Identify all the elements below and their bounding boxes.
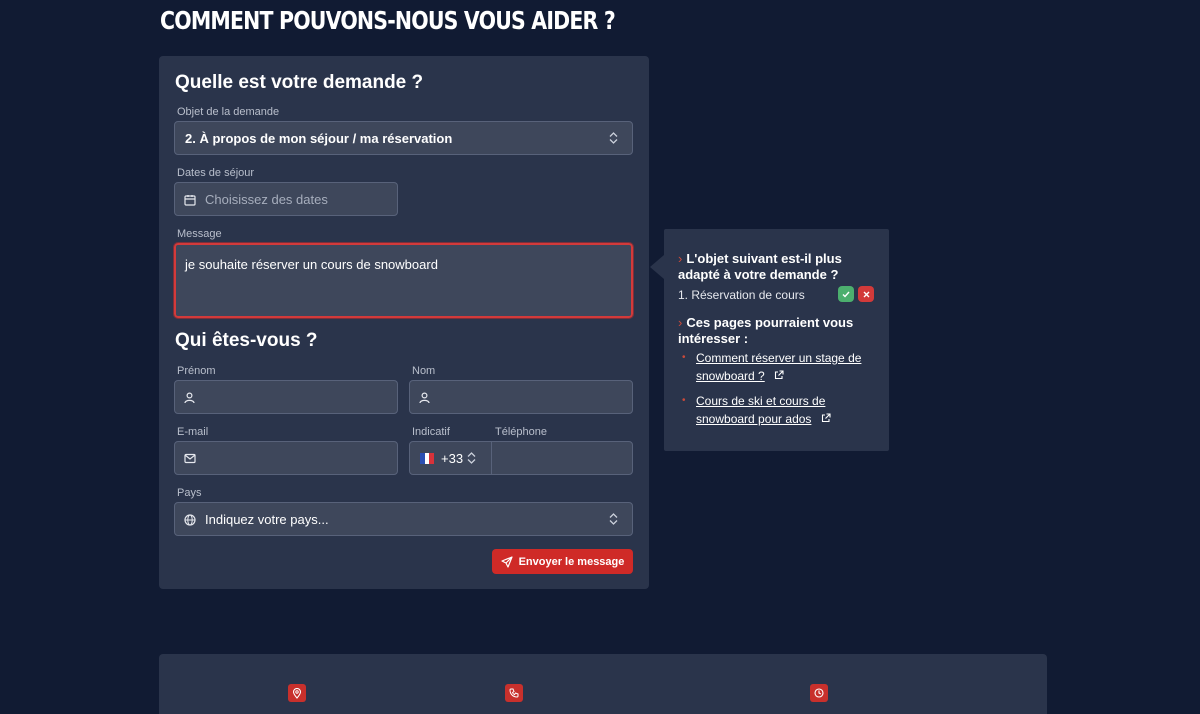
phone-label: Téléphone	[495, 426, 547, 438]
contact-info-footer	[159, 654, 1047, 714]
dial-code-value: +33	[441, 450, 464, 466]
suggestion-question-line2: adapté à votre demande ?	[678, 267, 839, 282]
dates-picker[interactable]: Choisissez des dates	[174, 182, 398, 216]
dates-label: Dates de séjour	[177, 167, 255, 179]
chevron-right-icon: ›	[678, 315, 683, 330]
user-icon	[184, 392, 195, 404]
map-pin-icon	[288, 684, 306, 702]
flag-fr-icon	[420, 453, 434, 464]
last-name-label: Nom	[412, 365, 436, 377]
related-link-2-line1[interactable]: Cours de ski et cours de	[696, 392, 825, 410]
related-pages-line2: intéresser :	[678, 331, 749, 346]
subject-select[interactable]: 2. À propos de mon séjour / ma réservati…	[174, 121, 633, 155]
tooltip-arrow	[650, 255, 664, 279]
first-name-label: Prénom	[177, 365, 216, 377]
clock-icon	[810, 684, 828, 702]
accept-suggestion-button[interactable]	[838, 286, 854, 302]
related-link-1-line2[interactable]: snowboard ?	[696, 367, 765, 385]
suggested-subject: 1. Réservation de cours	[678, 288, 805, 302]
message-textarea[interactable]: je souhaite réserver un cours de snowboa…	[173, 242, 634, 319]
external-link-icon	[821, 413, 831, 423]
user-icon	[419, 392, 430, 404]
message-value: je souhaite réserver un cours de snowboa…	[185, 257, 438, 272]
related-pages-line1: Ces pages pourraient vous	[686, 315, 854, 330]
last-name-field[interactable]	[409, 380, 633, 414]
check-icon	[842, 291, 850, 298]
subject-value: 2. À propos de mon séjour / ma réservati…	[185, 130, 453, 146]
send-icon	[500, 555, 513, 568]
send-message-label: Envoyer le message	[518, 555, 625, 568]
phone-icon	[505, 684, 523, 702]
globe-icon	[184, 514, 196, 526]
related-link-2-line2[interactable]: snowboard pour ados	[696, 410, 811, 428]
chevron-updown-icon	[609, 513, 618, 525]
request-section-title: Quelle est votre demande ?	[175, 72, 424, 93]
related-link-2[interactable]: • Cours de ski et cours de snowboard pou…	[682, 392, 831, 428]
external-link-icon	[775, 370, 784, 380]
related-link-1[interactable]: • Comment réserver un stage de snowboard…	[682, 349, 861, 385]
message-label: Message	[177, 228, 222, 240]
country-select[interactable]: Indiquez votre pays...	[174, 502, 633, 536]
identity-section-title: Qui êtes-vous ?	[175, 330, 318, 351]
dates-placeholder: Choisissez des dates	[205, 191, 328, 207]
phone-field[interactable]	[491, 441, 633, 475]
bullet-icon: •	[682, 352, 686, 363]
chevron-right-icon: ›	[678, 251, 683, 266]
email-field[interactable]	[174, 441, 398, 475]
suggestion-panel: › L'objet suivant est-il plus adapté à vo…	[664, 229, 889, 451]
contact-form: Quelle est votre demande ? Objet de la d…	[159, 56, 649, 589]
calendar-icon	[184, 195, 196, 206]
country-placeholder: Indiquez votre pays...	[205, 511, 329, 527]
dial-code-label: Indicatif	[412, 426, 450, 438]
chevron-updown-icon	[467, 452, 476, 464]
mail-icon	[184, 453, 196, 464]
dial-code-select[interactable]: +33	[409, 441, 492, 475]
country-label: Pays	[177, 487, 202, 499]
bullet-icon: •	[682, 395, 686, 406]
subject-label: Objet de la demande	[177, 106, 280, 118]
related-pages-heading: › Ces pages pourraient vous intéresser :	[678, 315, 853, 347]
reject-suggestion-button[interactable]	[858, 286, 874, 302]
close-icon	[863, 291, 869, 297]
related-link-1-line1[interactable]: Comment réserver un stage de	[696, 349, 861, 367]
suggestion-question: › L'objet suivant est-il plus adapté à vo…	[678, 251, 842, 283]
page-title: COMMENT POUVONS-NOUS VOUS AIDER ?	[160, 6, 616, 35]
send-message-button[interactable]: Envoyer le message	[492, 549, 633, 574]
first-name-field[interactable]	[174, 380, 398, 414]
suggestion-question-line1: L'objet suivant est-il plus	[686, 251, 842, 266]
chevron-updown-icon	[609, 132, 618, 144]
email-label: E-mail	[177, 426, 209, 438]
